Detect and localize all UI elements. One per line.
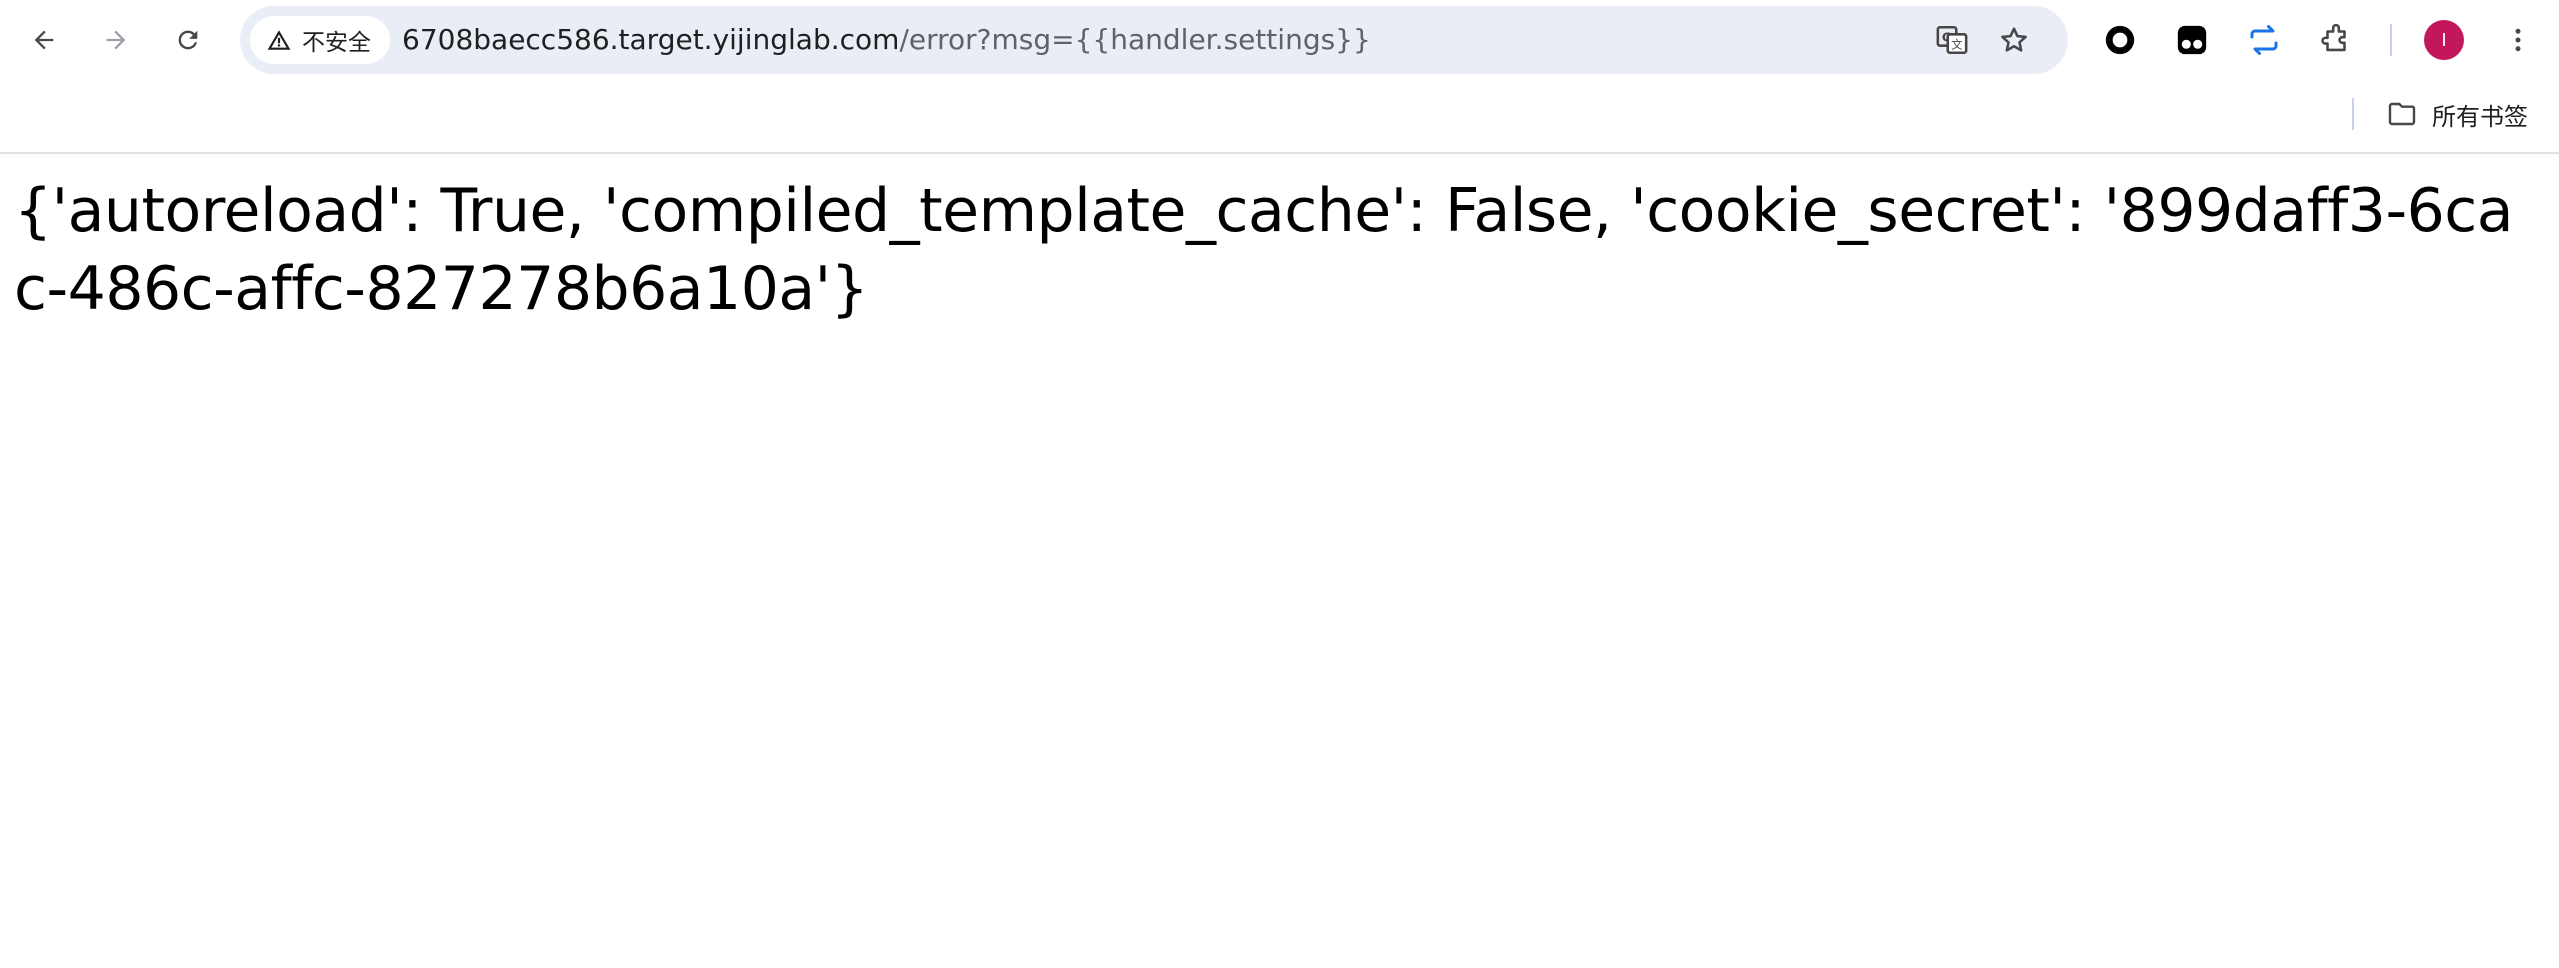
svg-text:文: 文	[1951, 38, 1962, 52]
circle-extension-icon[interactable]	[2100, 20, 2140, 60]
sync-icon[interactable]	[2244, 20, 2284, 60]
forward-button[interactable]	[92, 16, 140, 64]
star-icon[interactable]	[1996, 22, 2032, 58]
browser-window: 不安全 6708baecc586.target.yijinglab.com/er…	[0, 0, 2559, 968]
translate-icon[interactable]: G 文	[1934, 22, 1970, 58]
page-content: {'autoreload': True, 'compiled_template_…	[0, 154, 2559, 968]
browser-toolbar: 不安全 6708baecc586.target.yijinglab.com/er…	[0, 0, 2559, 80]
arrow-left-icon	[34, 30, 54, 50]
toolbar-divider	[2390, 24, 2392, 56]
reload-icon	[178, 30, 198, 50]
address-bar[interactable]: 不安全 6708baecc586.target.yijinglab.com/er…	[240, 6, 2068, 74]
folder-icon	[2384, 96, 2420, 132]
url-path: /error?msg={{handler.settings}}	[899, 23, 1371, 56]
security-indicator[interactable]: 不安全	[250, 16, 390, 64]
tampermonkey-icon[interactable]	[2172, 20, 2212, 60]
warning-triangle-icon	[264, 25, 294, 55]
security-label: 不安全	[302, 30, 371, 56]
arrow-right-icon	[106, 30, 126, 50]
all-bookmarks-button[interactable]: 所有书签	[2384, 92, 2528, 136]
back-button[interactable]	[20, 16, 68, 64]
all-bookmarks-label: 所有书签	[2432, 102, 2528, 131]
url-host: 6708baecc586.target.yijinglab.com	[402, 23, 900, 56]
avatar[interactable]: I	[2424, 20, 2464, 60]
reload-button[interactable]	[164, 16, 212, 64]
page-body-text: {'autoreload': True, 'compiled_template_…	[14, 176, 2514, 324]
bookmarks-divider	[2352, 98, 2354, 130]
kebab-menu-icon[interactable]	[2498, 20, 2538, 60]
puzzle-icon[interactable]	[2316, 20, 2356, 60]
bookmarks-bar: 所有书签	[0, 80, 2559, 154]
url-text[interactable]: 6708baecc586.target.yijinglab.com/error?…	[402, 6, 1371, 74]
